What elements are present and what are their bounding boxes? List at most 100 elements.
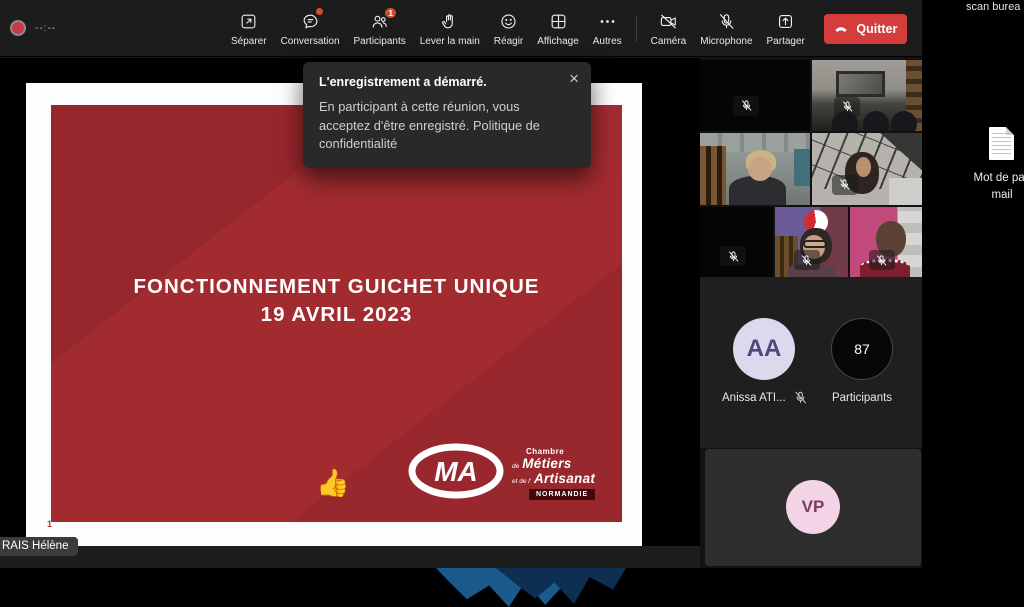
raise-hand-icon <box>440 11 459 33</box>
person-silhouette <box>891 111 917 131</box>
label-line: Mot de pas <box>956 170 1024 187</box>
toolbar-button-microphone[interactable]: Microphone <box>693 0 759 57</box>
video-tile[interactable] <box>700 60 810 131</box>
toolbar-label: Caméra <box>651 36 687 47</box>
presenter-name-tag: RAIS Hélène <box>0 537 78 556</box>
video-tile[interactable] <box>850 207 922 277</box>
document-file-icon[interactable] <box>989 127 1014 160</box>
logo-word: et de l' <box>512 478 531 485</box>
toolbar-button-partager[interactable]: Partager <box>760 0 812 57</box>
leave-label: Quitter <box>856 22 897 36</box>
self-video-tile[interactable]: VP <box>705 449 921 566</box>
recording-indicator: --:-- <box>10 20 56 36</box>
person-silhouette <box>863 111 889 131</box>
slide-title-line2: 19 AVRIL 2023 <box>51 301 622 329</box>
chat-notification-dot <box>316 8 323 15</box>
toolbar-button-separer[interactable]: Séparer <box>224 0 274 57</box>
smiley-icon <box>499 11 518 33</box>
glasses <box>803 240 827 248</box>
desktop-icon-label-motdepasse[interactable]: Mot de pas mail <box>956 170 1024 205</box>
muted-mic-icon <box>793 390 808 405</box>
label-line: mail <box>956 187 1024 204</box>
hangup-icon <box>833 21 849 37</box>
desktop-icon-label-scan[interactable]: scan burea <box>966 1 1024 13</box>
logo-word: Artisanat <box>534 471 595 486</box>
overflow-participants-circle[interactable]: 87 <box>831 318 893 380</box>
participant-name: Anissa ATI... <box>722 392 786 404</box>
popout-icon <box>239 11 258 33</box>
toolbar-label: Microphone <box>700 36 752 47</box>
avatar-panel: AA Anissa ATI... 87 Participants <box>700 277 922 448</box>
cma-logo-text: Chambre de Métiers et de l' Artisanat NO… <box>512 443 595 513</box>
toolbar-label: Conversation <box>281 36 340 47</box>
participants-sidebar: AA Anissa ATI... 87 Participants VP <box>700 57 922 568</box>
toolbar-button-affichage[interactable]: Affichage <box>530 0 586 57</box>
recording-timer: --:-- <box>35 23 56 34</box>
avatar-initials: AA <box>747 335 782 363</box>
toolbar-label: Réagir <box>494 36 523 47</box>
participant-avatar[interactable]: AA <box>733 318 795 380</box>
svg-text:MA: MA <box>434 456 478 487</box>
more-dots-icon <box>598 11 617 33</box>
person-face <box>748 157 772 181</box>
video-tile[interactable] <box>700 207 773 277</box>
muted-mic-icon <box>832 175 858 195</box>
view-grid-icon <box>549 11 568 33</box>
toolbar-button-lever-la-main[interactable]: Lever la main <box>413 0 487 57</box>
logo-region-badge: NORMANDIE <box>529 489 595 500</box>
toolbar-label: Autres <box>593 36 622 47</box>
toolbar-divider <box>636 16 637 42</box>
muted-mic-icon <box>869 250 895 270</box>
toast-title: L'enregistrement a démarré. <box>319 75 575 89</box>
slide-page-number: 1 <box>47 519 52 529</box>
share-icon <box>776 11 795 33</box>
muted-mic-icon <box>720 246 746 266</box>
toolbar-label: Lever la main <box>420 36 480 47</box>
toolbar-button-reagir[interactable]: Réagir <box>487 0 530 57</box>
desktop-wallpaper-graphic <box>436 568 636 607</box>
participants-badge: 1 <box>383 6 398 20</box>
meeting-toolbar: --:-- Séparer Conversation 1 Participant… <box>0 0 922 57</box>
toolbar-button-autres[interactable]: Autres <box>586 0 629 57</box>
participants-count-label: Participants <box>828 392 896 404</box>
window-bottom-bar <box>0 546 700 568</box>
cma-monogram: MA <box>408 443 504 499</box>
toolbar-label: Participants <box>354 36 406 47</box>
toolbar-label: Affichage <box>537 36 579 47</box>
video-tile[interactable] <box>812 133 922 205</box>
wall-picture <box>836 71 884 97</box>
mic-off-icon <box>717 11 736 33</box>
logo-word: Métiers <box>522 456 571 471</box>
record-dot-icon <box>10 20 26 36</box>
video-tile[interactable] <box>775 207 848 277</box>
chat-icon <box>301 11 320 33</box>
toolbar-buttons: Séparer Conversation 1 Participants Leve… <box>224 0 907 57</box>
video-tile[interactable] <box>700 133 810 205</box>
muted-mic-icon <box>834 97 860 117</box>
muted-mic-icon <box>794 250 820 270</box>
camera-off-icon <box>659 11 678 33</box>
self-avatar: VP <box>786 480 840 534</box>
white-wall <box>889 178 922 205</box>
leave-meeting-button[interactable]: Quitter <box>824 14 907 44</box>
recording-toast: L'enregistrement a démarré. En participa… <box>303 62 591 168</box>
logo-word: Chambre <box>526 447 595 456</box>
avatar-initials: VP <box>802 497 825 517</box>
toolbar-button-participants[interactable]: 1 Participants <box>347 0 413 57</box>
toolbar-label: Séparer <box>231 36 267 47</box>
slide-title: FONCTIONNEMENT GUICHET UNIQUE 19 AVRIL 2… <box>51 273 622 328</box>
toolbar-label: Partager <box>767 36 805 47</box>
wood-slats <box>700 146 726 205</box>
cma-logo: MA Chambre de Métiers et de l' Artis <box>408 443 608 513</box>
window-pane <box>794 149 811 186</box>
toolbar-button-conversation[interactable]: Conversation <box>274 0 347 57</box>
participants-count: 87 <box>854 341 870 357</box>
document-lines <box>992 133 1011 156</box>
toast-body: En participant à cette réunion, vous acc… <box>319 98 571 154</box>
video-tile[interactable] <box>812 60 922 131</box>
muted-mic-icon <box>733 96 759 116</box>
toolbar-button-camera[interactable]: Caméra <box>644 0 694 57</box>
close-icon[interactable]: × <box>569 70 579 87</box>
thumbs-up-reaction: 👍 <box>316 467 350 499</box>
desktop-screen: --:-- Séparer Conversation 1 Participant… <box>0 0 1024 607</box>
